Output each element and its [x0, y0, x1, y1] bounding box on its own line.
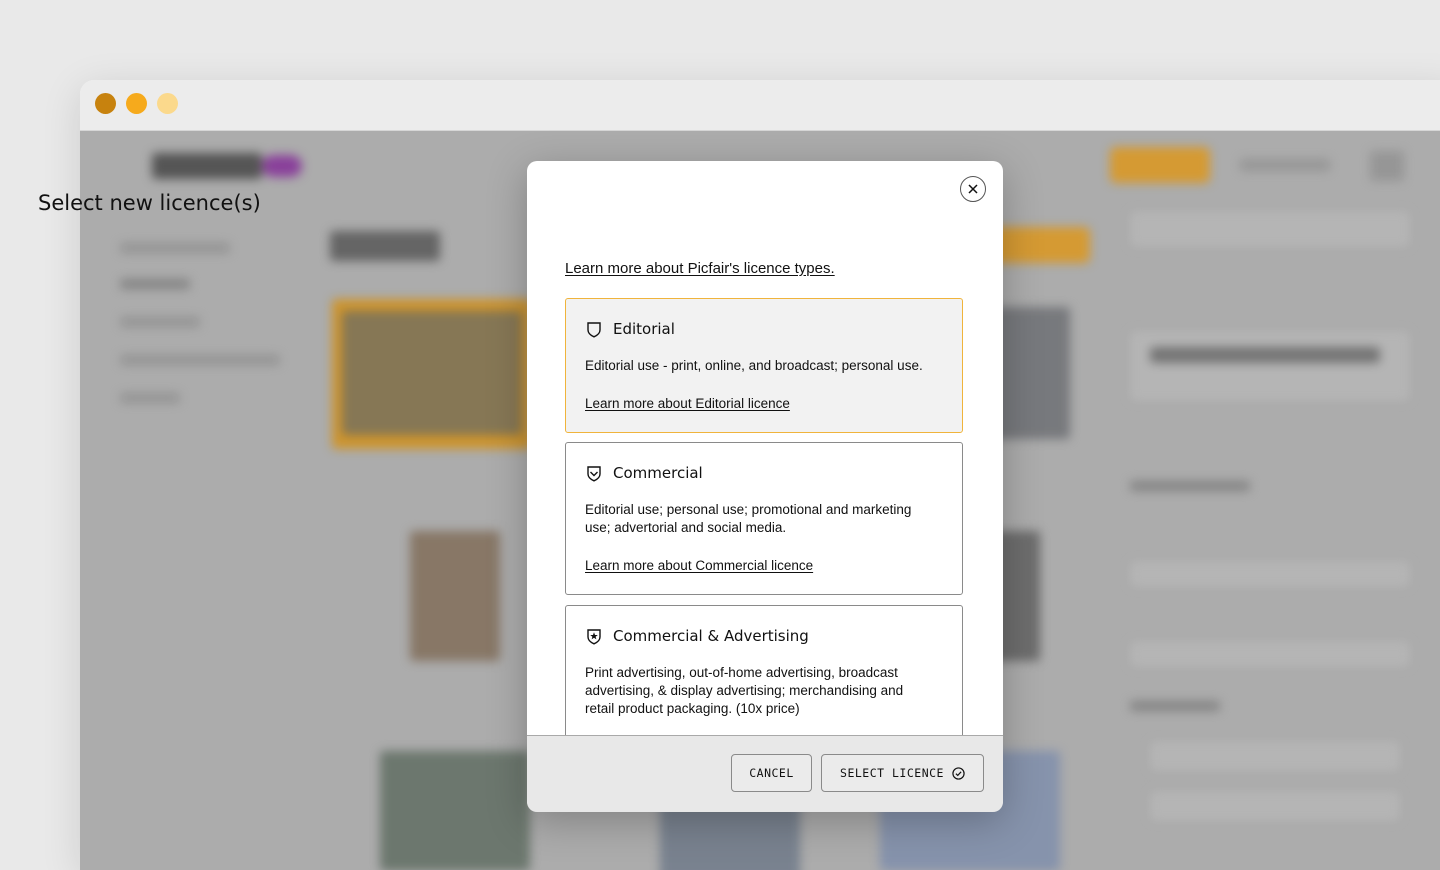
shield-icon [585, 320, 603, 338]
select-licence-label: SELECT LICENCE [840, 766, 944, 780]
licence-description: Print advertising, out-of-home advertisi… [585, 665, 904, 716]
modal-close-button[interactable] [960, 176, 986, 202]
licence-description: Editorial use; personal use; promotional… [585, 502, 912, 535]
licence-list[interactable]: Editorial Editorial use - print, online,… [527, 290, 1003, 735]
licence-name: Commercial & Advertising [613, 627, 809, 645]
select-licence-button[interactable]: SELECT LICENCE [821, 754, 984, 792]
window-minimize-button[interactable] [126, 93, 147, 114]
modal-title: Select new licence(s) [38, 191, 261, 215]
window-titlebar [80, 80, 1440, 131]
licence-name: Commercial [613, 464, 703, 482]
window-zoom-button[interactable] [157, 93, 178, 114]
licence-card-editorial[interactable]: Editorial Editorial use - print, online,… [565, 298, 963, 433]
licence-name: Editorial [613, 320, 675, 338]
cancel-button[interactable]: CANCEL [731, 754, 812, 792]
window-close-button[interactable] [95, 93, 116, 114]
editorial-licence-link[interactable]: Learn more about Editorial licence [585, 396, 790, 411]
shield-chevron-icon [585, 464, 603, 482]
licence-types-link[interactable]: Learn more about Picfair's licence types… [565, 260, 835, 277]
commercial-licence-link[interactable]: Learn more about Commercial licence [585, 558, 813, 573]
licence-card-commercial[interactable]: Commercial Editorial use; personal use; … [565, 442, 963, 595]
check-circle-icon [952, 766, 965, 780]
licence-description: Editorial use - print, online, and broad… [585, 358, 923, 373]
licence-card-commercial-advertising[interactable]: Commercial & Advertising Print advertisi… [565, 605, 963, 735]
cancel-label: CANCEL [749, 766, 794, 780]
shield-star-icon [585, 627, 603, 645]
close-icon [968, 184, 978, 194]
